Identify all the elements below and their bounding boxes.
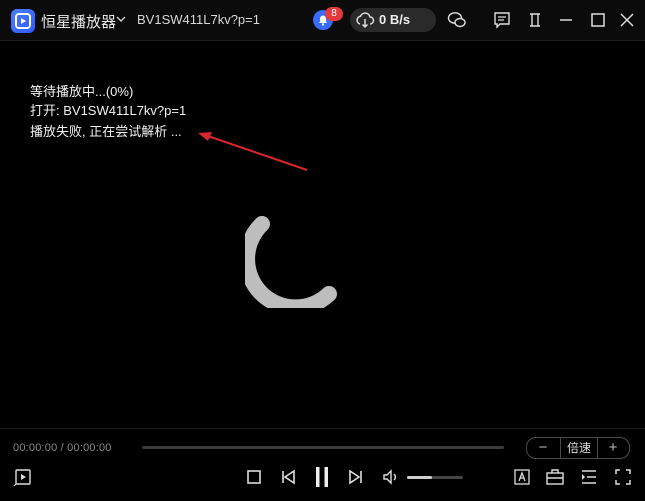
- annotation-arrow-icon: [198, 132, 308, 171]
- status-opening: 打开: BV1SW411L7kv?p=1: [30, 103, 187, 118]
- control-bar: 00:00:00 / 00:00:00 − 倍速 +: [0, 428, 645, 501]
- video-title: BV1SW411L7kv?p=1: [137, 12, 260, 27]
- download-speed: 0 B/s: [379, 12, 411, 27]
- notification-badge: 8: [325, 7, 343, 21]
- download-speed-pill[interactable]: 0 B/s: [350, 8, 436, 32]
- time-display: 00:00:00 / 00:00:00: [13, 442, 112, 454]
- message-icon[interactable]: [492, 10, 512, 30]
- playlist-icon[interactable]: [13, 467, 33, 487]
- subtitle-icon[interactable]: [512, 467, 532, 487]
- previous-icon[interactable]: [278, 467, 298, 487]
- close-icon[interactable]: [617, 10, 637, 30]
- maximize-icon[interactable]: [588, 10, 608, 30]
- volume-slider[interactable]: [407, 476, 463, 479]
- minimize-icon[interactable]: [556, 10, 576, 30]
- progress-bar[interactable]: [142, 446, 504, 449]
- status-waiting: 等待播放中...(0%): [30, 84, 134, 99]
- app-title[interactable]: 恒星播放器: [41, 11, 116, 32]
- wechat-icon[interactable]: [447, 10, 467, 30]
- title-bar: 恒星播放器 BV1SW411L7kv?p=1 8 0 B/s: [0, 0, 645, 41]
- pause-icon[interactable]: [311, 465, 333, 489]
- status-failed: 播放失败, 正在尝试解析 ...: [30, 124, 182, 139]
- toolbox-icon[interactable]: [545, 467, 565, 487]
- cloud-download-icon: [356, 12, 375, 29]
- volume-icon[interactable]: [381, 467, 401, 487]
- chevron-down-icon[interactable]: [114, 12, 128, 26]
- playback-speed-control: − 倍速 +: [526, 437, 630, 459]
- speed-label[interactable]: 倍速: [560, 438, 598, 458]
- loading-spinner-icon: [245, 216, 337, 308]
- speed-increase-button[interactable]: +: [599, 438, 627, 458]
- stop-icon[interactable]: [244, 467, 264, 487]
- app-logo-icon[interactable]: [11, 9, 35, 33]
- pin-window-icon[interactable]: [525, 10, 545, 30]
- volume-level: [407, 476, 433, 479]
- playback-status: 等待播放中...(0%) 打开: BV1SW411L7kv?p=1 播放失败, …: [30, 82, 186, 141]
- next-icon[interactable]: [346, 467, 366, 487]
- speed-decrease-button[interactable]: −: [529, 438, 557, 458]
- list-toggle-icon[interactable]: [579, 467, 599, 487]
- fullscreen-icon[interactable]: [613, 467, 633, 487]
